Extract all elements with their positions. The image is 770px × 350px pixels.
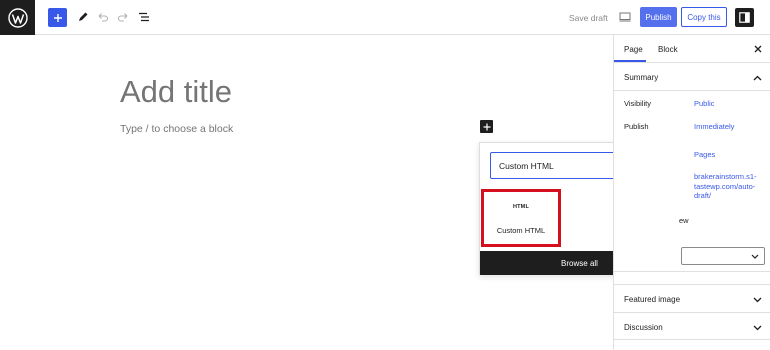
wordpress-logo-button[interactable] (0, 0, 35, 35)
featured-image-panel-toggle[interactable]: Featured image (614, 284, 770, 312)
list-view-icon (139, 12, 149, 22)
tab-page[interactable]: Page (624, 45, 643, 54)
editor-top-toolbar: Save draft Publish Copy this (0, 0, 770, 35)
author-select[interactable] (681, 247, 765, 265)
undo-icon (98, 13, 109, 22)
publish-button[interactable]: Publish (640, 7, 677, 27)
settings-sidebar: Page Block Summary Visibility Public Pub… (613, 35, 770, 350)
copy-this-button[interactable]: Copy this (681, 7, 727, 27)
discussion-panel-title: Discussion (624, 323, 663, 332)
sidebar-tabs: Page Block (614, 35, 770, 63)
inline-block-inserter-button[interactable] (480, 120, 493, 133)
chevron-up-icon (753, 73, 762, 82)
redo-button[interactable] (115, 9, 131, 25)
html-block-icon: HTML (512, 204, 530, 210)
settings-panel-icon (739, 12, 750, 23)
redo-icon (117, 13, 128, 22)
active-tab-indicator (614, 60, 646, 62)
tab-block[interactable]: Block (658, 45, 678, 54)
search-input-value: Custom HTML (499, 161, 554, 171)
save-draft-button[interactable]: Save draft (569, 13, 608, 23)
desktop-preview-icon (619, 12, 631, 22)
publish-date-link[interactable]: Immediately (694, 122, 764, 132)
pending-review-label: ew (679, 216, 689, 225)
page-url-link[interactable]: brakerainstorm.s1-tastewp.com/auto-draft… (694, 172, 764, 201)
visibility-value-link[interactable]: Public (694, 99, 764, 109)
template-link[interactable]: Pages (694, 150, 764, 160)
publish-label: Publish (624, 122, 649, 131)
summary-panel-title: Summary (624, 73, 659, 82)
chevron-down-icon (751, 252, 759, 260)
close-icon (754, 45, 761, 52)
plus-icon (483, 123, 490, 130)
discussion-panel-toggle[interactable]: Discussion (614, 312, 770, 340)
chevron-down-icon (753, 295, 762, 304)
custom-html-block-result[interactable]: HTML Custom HTML (481, 189, 561, 247)
chevron-down-icon (753, 323, 762, 332)
wordpress-logo-icon (7, 7, 28, 28)
divider (614, 271, 770, 272)
post-title-placeholder[interactable]: Add title (120, 74, 232, 110)
summary-panel-toggle[interactable]: Summary (614, 63, 770, 91)
visibility-label: Visibility (624, 99, 651, 108)
close-sidebar-button[interactable] (752, 43, 763, 54)
block-result-label: Custom HTML (496, 226, 546, 235)
tools-button[interactable] (75, 9, 91, 25)
featured-image-panel-title: Featured image (624, 295, 681, 304)
settings-toggle-button[interactable] (735, 8, 754, 27)
preview-button[interactable] (618, 10, 632, 24)
block-appender-placeholder[interactable]: Type / to choose a block (120, 123, 233, 135)
undo-button[interactable] (95, 9, 111, 25)
document-overview-button[interactable] (136, 9, 152, 25)
plus-icon (53, 13, 62, 22)
block-inserter-toggle-button[interactable] (48, 8, 67, 27)
pencil-icon (79, 12, 88, 21)
